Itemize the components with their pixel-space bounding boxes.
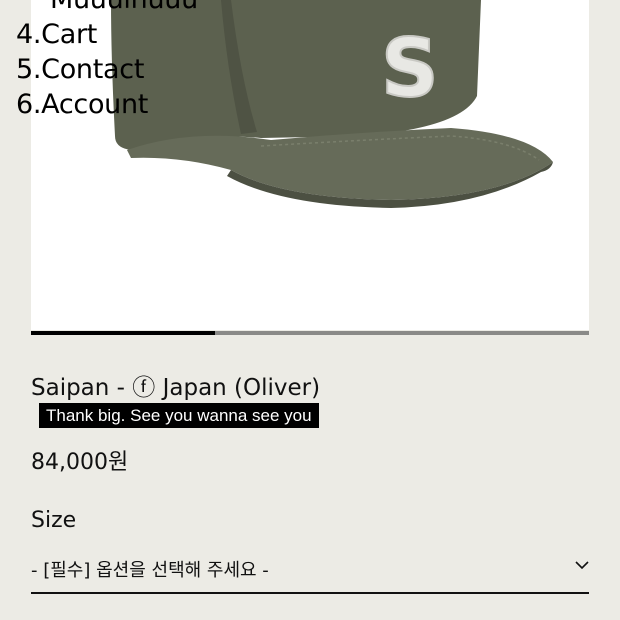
- nav-item-partial[interactable]: Muuulhuuu: [16, 0, 198, 17]
- svg-text:S: S: [381, 22, 439, 115]
- size-select[interactable]: - [필수] 옵션을 선택해 주세요 -: [31, 548, 589, 594]
- caption-overlay: Thank big. See you wanna see you: [39, 403, 319, 428]
- product-price: 84,000원: [31, 450, 129, 475]
- size-select-value: - [필수] 옵션을 선택해 주세요 -: [31, 560, 269, 581]
- chevron-down-icon: [575, 561, 589, 570]
- nav-item-contact[interactable]: 5.Contact: [16, 52, 198, 87]
- product-name: Saipan - ⓕ Japan (Oliver): [31, 375, 321, 401]
- nav-item-cart[interactable]: 4.Cart: [16, 17, 198, 52]
- size-label: Size: [31, 508, 77, 533]
- nav-item-account[interactable]: 6.Account: [16, 87, 198, 122]
- image-slider-track[interactable]: [31, 331, 589, 335]
- s-logo: S: [380, 21, 440, 116]
- nav-menu: Muuulhuuu 4.Cart 5.Contact 6.Account: [16, 0, 198, 122]
- image-slider-progress: [31, 331, 216, 335]
